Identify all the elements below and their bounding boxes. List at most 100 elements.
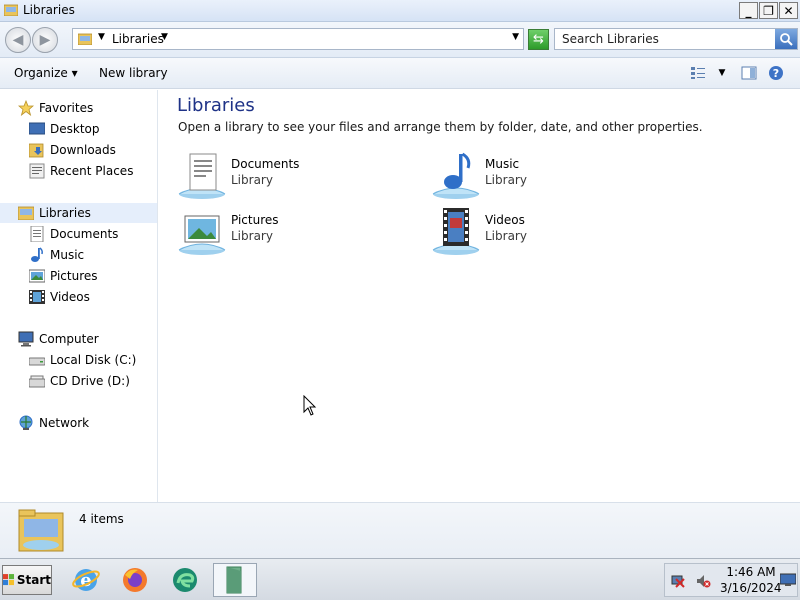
clock-date[interactable]: 3/16/2024 [720,581,782,595]
start-label: Start [16,573,51,587]
nav-videos[interactable]: Videos [29,287,90,307]
nav-local-disk-label: Local Disk (C:) [50,353,137,367]
nav-documents[interactable]: Documents [29,224,118,244]
refresh-button[interactable]: ⇆ [528,29,549,50]
show-desktop-icon[interactable] [780,573,796,587]
help-button[interactable]: ? [767,65,785,81]
nav-downloads[interactable]: Downloads [29,140,116,160]
nav-recent-places[interactable]: Recent Places [29,161,133,181]
library-item-pictures[interactable]: Pictures Library [177,206,407,256]
libraries-folder-icon [18,509,64,552]
library-item-documents[interactable]: Documents Library [177,150,407,200]
nav-music[interactable]: Music [29,245,84,265]
content-pane: Libraries Open a library to see your fil… [161,90,800,502]
nav-favorites[interactable]: Favorites [18,98,93,118]
command-bar: Organize ▾ New library ▼ ? [0,58,800,89]
taskbar-edge[interactable] [168,563,202,597]
library-name: Documents [231,157,300,171]
preview-pane-icon [741,66,757,80]
nav-documents-label: Documents [50,227,119,241]
desktop-icon [29,121,45,137]
nav-desktop[interactable]: Desktop [29,119,100,139]
view-options-icon [691,67,705,79]
library-item-videos[interactable]: Videos Library [431,206,661,256]
preview-pane-button[interactable] [740,65,758,81]
downloads-folder-icon [29,142,45,158]
nav-desktop-label: Desktop [50,122,100,136]
firefox-icon [123,568,147,592]
taskbar-internet-explorer[interactable]: e [69,563,103,597]
search-icon [780,33,793,46]
libraries-folder-icon [78,33,92,45]
library-name: Music [485,157,520,171]
music-note-icon [29,247,45,263]
library-name: Pictures [231,213,279,227]
hard-drive-icon [29,352,45,368]
nav-libraries[interactable]: Libraries [0,203,157,223]
libraries-folder-icon [18,205,34,221]
close-button[interactable]: ✕ [779,2,798,19]
start-button[interactable]: Start [2,565,52,595]
taskbar-firefox[interactable] [118,563,152,597]
organize-button[interactable]: Organize ▾ [14,66,78,80]
favorites-star-icon [18,100,34,116]
breadcrumb-libraries[interactable]: Libraries [112,32,164,46]
forward-arrow-icon: ▶ [39,32,51,48]
nav-network-label: Network [39,416,90,430]
help-icon: ? [769,66,783,80]
recent-places-icon [29,163,45,179]
nav-downloads-label: Downloads [50,143,116,157]
window-title: Libraries [23,3,75,17]
computer-icon [18,331,34,347]
address-toolbar: ◀ ▶ ▼ Libraries ▼ ▼ ⇆ [0,22,800,58]
taskbar-explorer-window[interactable] [213,563,257,597]
library-type: Library [485,173,527,187]
library-type: Library [485,229,527,243]
nav-computer[interactable]: Computer [18,329,99,349]
network-disconnected-icon[interactable] [670,573,686,589]
breadcrumb-root-arrow-icon[interactable]: ▼ [98,32,105,42]
search-button[interactable] [775,29,797,49]
maximize-button[interactable]: ❐ [759,2,778,19]
change-view-button[interactable] [689,65,707,81]
library-type: Library [231,229,273,243]
address-bar[interactable]: ▼ Libraries ▼ ▼ [72,28,524,50]
address-history-dropdown-icon[interactable]: ▼ [512,32,519,42]
library-item-music[interactable]: Music Library [431,150,661,200]
clock-time[interactable]: 1:46 AM [726,565,776,579]
library-name: Videos [485,213,525,227]
back-button[interactable]: ◀ [5,27,31,53]
nav-recent-places-label: Recent Places [50,164,134,178]
forward-button[interactable]: ▶ [32,27,58,53]
breadcrumb-arrow-icon[interactable]: ▼ [161,32,168,42]
volume-muted-icon[interactable] [695,573,711,589]
nav-network[interactable]: Network [18,413,89,433]
nav-pictures-label: Pictures [50,269,98,283]
nav-libraries-label: Libraries [39,206,91,220]
item-count: 4 items [79,512,124,526]
pictures-library-icon [178,215,226,255]
refresh-icon: ⇆ [533,32,544,47]
nav-cd-drive[interactable]: CD Drive (D:) [29,371,130,391]
svg-text:?: ? [773,67,779,80]
libraries-folder-icon [4,4,18,16]
network-icon [18,415,34,431]
details-pane: 4 items [0,502,800,558]
explorer-window-icon [226,566,242,594]
new-library-button[interactable]: New library [99,66,168,80]
search-box[interactable] [554,28,798,50]
search-input[interactable] [555,29,775,49]
documents-library-icon [178,153,226,199]
internet-explorer-icon: e [72,569,100,591]
view-dropdown-icon[interactable]: ▼ [713,65,731,81]
nav-local-disk[interactable]: Local Disk (C:) [29,350,136,370]
minimize-button[interactable]: _ [739,2,758,19]
title-bar: Libraries _ ❐ ✕ [0,0,800,22]
nav-music-label: Music [50,248,85,262]
pictures-icon [29,268,45,284]
page-subtitle: Open a library to see your files and arr… [178,120,703,134]
mouse-cursor-icon [303,395,317,416]
nav-pictures[interactable]: Pictures [29,266,98,286]
videos-library-icon [432,208,480,255]
edge-browser-icon [173,568,197,592]
